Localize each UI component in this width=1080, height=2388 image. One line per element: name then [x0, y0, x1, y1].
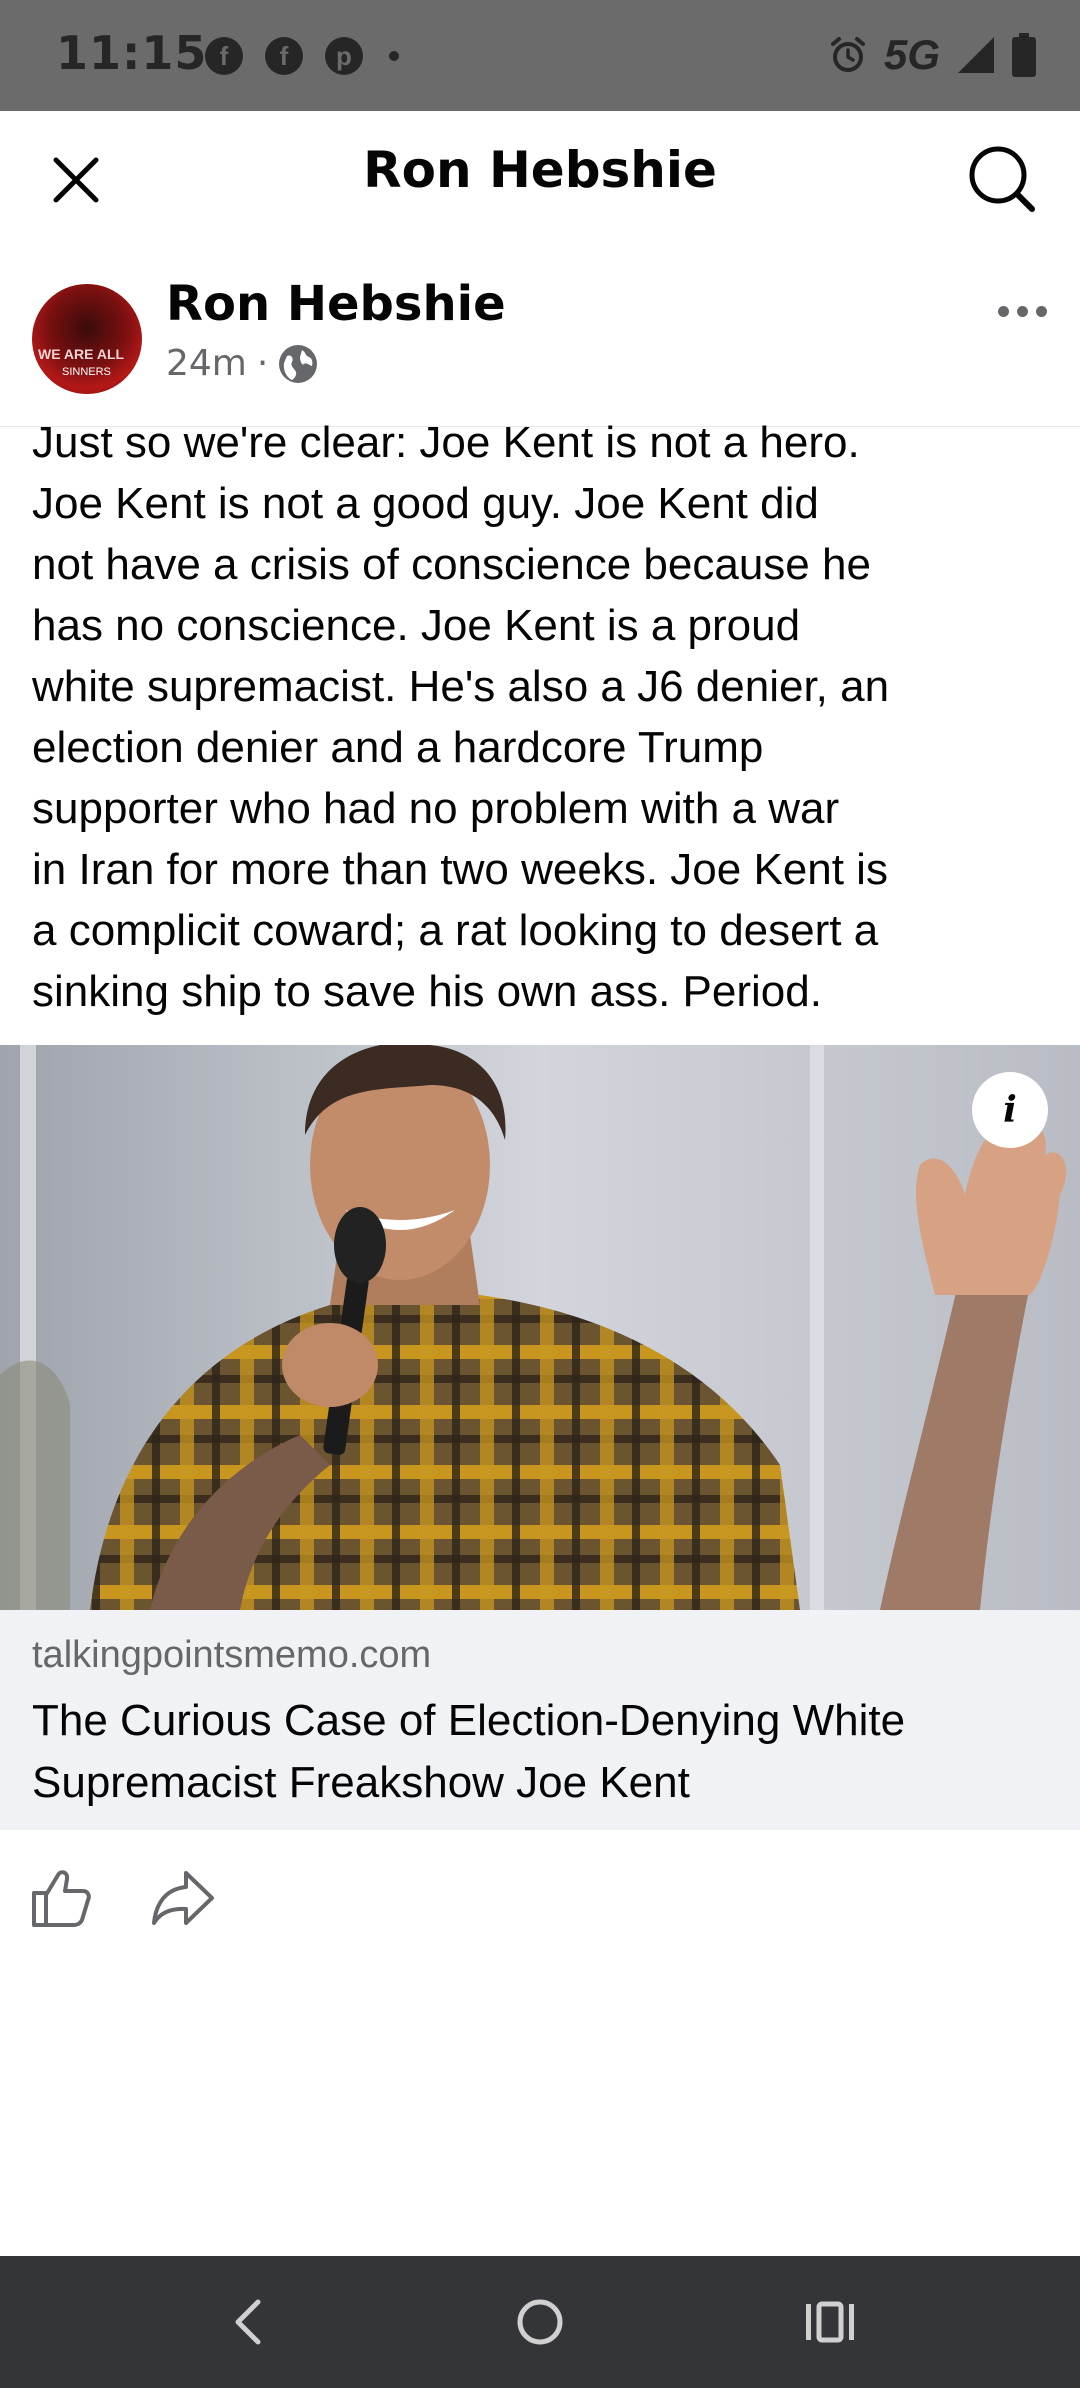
more-notifications-dot	[389, 51, 399, 61]
like-icon[interactable]	[28, 1865, 94, 1931]
link-preview-image[interactable]: i	[0, 1045, 1080, 1610]
recent-apps-icon[interactable]	[802, 2294, 858, 2350]
alarm-icon	[830, 37, 865, 72]
status-right-icons: 5G	[828, 30, 1036, 80]
more-dot	[997, 305, 1009, 317]
page-title: Ron Hebshie	[363, 141, 717, 199]
speaker-photo	[0, 1045, 1080, 1610]
post-meta: 24m ·	[166, 343, 318, 384]
post-text: Just so we're clear: Joe Kent is not a h…	[32, 418, 890, 1016]
avatar[interactable]: WE ARE ALL SINNERS	[32, 284, 142, 394]
notification-icons: f f p	[205, 33, 399, 79]
post-header: WE ARE ALL SINNERS Ron Hebshie 24m ·	[0, 236, 1080, 427]
share-icon[interactable]	[150, 1865, 216, 1931]
facebook-icon: f	[265, 37, 303, 75]
system-nav-bar	[0, 2256, 1080, 2388]
info-button[interactable]: i	[972, 1072, 1048, 1148]
post-actions	[0, 1830, 1080, 1960]
status-bar: 11:15 f f p 5G	[0, 0, 1080, 111]
more-dot	[1035, 305, 1047, 317]
avatar-text-secondary: SINNERS	[62, 366, 111, 378]
facebook-icon: f	[205, 37, 243, 75]
post-time[interactable]: 24m	[166, 343, 247, 384]
avatar-text: WE ARE ALL	[38, 346, 125, 362]
status-time: 11:15	[56, 26, 208, 80]
battery-icon	[1012, 33, 1036, 77]
home-icon[interactable]	[512, 2294, 568, 2350]
pinterest-icon: p	[325, 37, 363, 75]
more-options-button[interactable]	[992, 296, 1052, 326]
meta-separator: ·	[256, 343, 269, 384]
signal-icon	[958, 37, 994, 73]
link-title: The Curious Case of Election-Denying Whi…	[32, 1696, 906, 1807]
post-author[interactable]: Ron Hebshie	[166, 276, 506, 332]
globe-icon	[279, 344, 318, 383]
page-header: Ron Hebshie	[0, 111, 1080, 236]
search-icon[interactable]	[962, 139, 1042, 219]
link-domain: talkingpointsmemo.com	[32, 1634, 432, 1676]
network-type: 5G	[883, 31, 940, 78]
back-icon[interactable]	[222, 2294, 278, 2350]
more-dot	[1016, 305, 1028, 317]
link-card[interactable]: talkingpointsmemo.com The Curious Case o…	[0, 1610, 1080, 1830]
